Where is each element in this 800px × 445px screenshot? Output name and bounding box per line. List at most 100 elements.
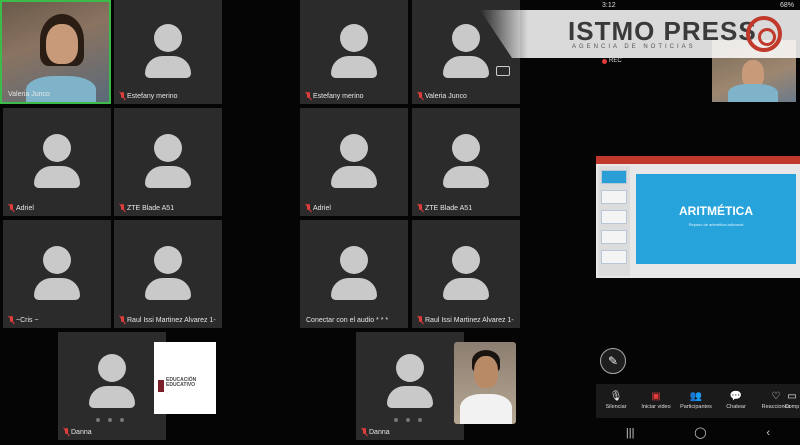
video-off-icon: ▣ (651, 391, 661, 402)
self-video-thumbnail[interactable] (454, 342, 516, 424)
avatar-body (145, 278, 191, 300)
rec-label: REC (609, 58, 622, 64)
avatar-icon (43, 134, 71, 162)
participant-name: Valeria Junco (425, 92, 467, 100)
avatar-icon (340, 246, 368, 274)
self-video-tile[interactable]: Valeria Junco (0, 0, 111, 104)
start-video-button[interactable]: ▣ Iniciar video (636, 384, 676, 418)
participant-tile[interactable]: Raul Issi Martinez Alvarez 1- (114, 220, 222, 328)
chat-button[interactable]: 💬 Chatear (716, 384, 756, 418)
mic-off-icon (120, 204, 125, 212)
avatar-body (331, 278, 377, 300)
participants-button[interactable]: 👥 Participantes (676, 384, 716, 418)
participant-name: Danna (71, 428, 92, 436)
annotate-pencil-button[interactable]: ✎ (600, 348, 626, 374)
avatar-body (89, 386, 135, 408)
participant-tile[interactable]: Adriel (300, 108, 408, 216)
avatar-body (331, 166, 377, 188)
avatar-icon (452, 246, 480, 274)
participant-name: Adriel (313, 204, 331, 212)
recording-indicator: REC (602, 58, 622, 64)
participant-tile[interactable]: ~Cris ~ (3, 220, 111, 328)
page-indicator (96, 418, 124, 422)
chat-icon: 💬 (729, 391, 743, 402)
watermark-brand: ISTMO PRESS (568, 16, 757, 46)
avatar-body (145, 166, 191, 188)
avatar-icon (154, 246, 182, 274)
slide-thumb (601, 230, 627, 244)
participant-tile[interactable]: Raul Issi Martinez Alvarez 1- (412, 220, 520, 328)
avatar-body (443, 166, 489, 188)
slide-thumb (601, 190, 627, 204)
mic-icon: 🎙 (609, 391, 623, 402)
avatar-icon (452, 134, 480, 162)
participant-name: Conectar con el audio * * * (306, 317, 389, 324)
participant-tile[interactable]: ZTE Blade A51 (114, 108, 222, 216)
avatar-body (387, 386, 433, 408)
avatar-body (331, 56, 377, 78)
participant-name: ~Cris ~ (16, 316, 39, 324)
participant-name: Adriel (16, 204, 34, 212)
participant-face (46, 24, 78, 64)
participant-name: Raul Issi Martinez Alvarez 1- (127, 316, 216, 324)
recents-button[interactable]: ||| (626, 427, 635, 439)
pencil-icon: ✎ (607, 354, 619, 368)
avatar-icon (396, 354, 424, 382)
mic-off-icon (418, 204, 423, 212)
participant-tile[interactable]: Adriel (3, 108, 111, 216)
avatar-icon (98, 354, 126, 382)
participant-tile[interactable]: Conectar con el audio * * * (300, 220, 408, 328)
meeting-toolbar: 🎙 Silenciar ▣ Iniciar video 👥 Participantes… (596, 384, 800, 418)
participant-tile[interactable]: Danna (356, 332, 464, 440)
shared-logo-thumbnail: EDUCACIÓN EDUCATIVO ... (154, 342, 216, 414)
avatar-body (443, 278, 489, 300)
android-nav-bar: ||| ◯ ‹ (596, 420, 800, 445)
avatar-body (34, 278, 80, 300)
avatar-icon (154, 134, 182, 162)
shared-screen[interactable]: ARITMÉTICA Repaso de aritmética adiciona… (596, 156, 800, 278)
more-icon: ▭ (787, 391, 797, 402)
slide-thumbnails (598, 166, 630, 276)
mic-off-icon (64, 428, 69, 436)
home-button[interactable]: ◯ (694, 426, 706, 439)
avatar-icon (340, 134, 368, 162)
mic-off-icon (362, 428, 367, 436)
avatar-icon (154, 24, 182, 52)
slide-canvas: ARITMÉTICA Repaso de aritmética adiciona… (636, 174, 796, 264)
reactions-icon: ♡ (771, 391, 781, 402)
slide-thumb (601, 170, 627, 184)
mic-off-icon (9, 204, 14, 212)
participant-name: ZTE Blade A51 (127, 204, 175, 212)
watermark-logo: ISTMO PRESS AGENCIA DE NOTICIAS (480, 10, 800, 70)
avatar-icon (43, 246, 71, 274)
mic-off-icon (418, 92, 423, 100)
mic-off-icon (120, 316, 125, 324)
participant-tile[interactable]: Estefany merino (300, 0, 408, 104)
slide-thumb (601, 250, 627, 264)
avatar-body (145, 56, 191, 78)
page-indicator (394, 418, 422, 422)
avatar-body (34, 166, 80, 188)
participant-tile[interactable]: ZTE Blade A51 (412, 108, 520, 216)
participant-name: ZTE Blade A51 (425, 204, 473, 212)
slide-title: ARITMÉTICA (679, 204, 753, 218)
status-battery: 68% (779, 2, 794, 9)
status-time: 3:12 (602, 2, 616, 9)
participant-name: Danna (369, 428, 390, 436)
mic-off-icon (120, 92, 125, 100)
avatar-icon (340, 24, 368, 52)
participant-tile[interactable]: Danna (58, 332, 166, 440)
back-button[interactable]: ‹ (766, 427, 770, 439)
participant-name: Estefany merino (313, 92, 364, 100)
slide-subtitle: Repaso de aritmética adicional (688, 222, 744, 227)
brand-swirl-icon (746, 16, 782, 52)
logo-mark-icon (158, 380, 164, 392)
mute-button[interactable]: 🎙 Silenciar (596, 384, 636, 418)
watermark-tagline: AGENCIA DE NOTICIAS (572, 44, 696, 50)
mic-off-icon (9, 316, 14, 324)
more-button[interactable]: ▭ Comp (784, 384, 800, 418)
mic-off-icon (306, 92, 311, 100)
mic-off-icon (306, 204, 311, 212)
participant-shirt (26, 76, 96, 102)
participant-tile[interactable]: Estefany merino (114, 0, 222, 104)
